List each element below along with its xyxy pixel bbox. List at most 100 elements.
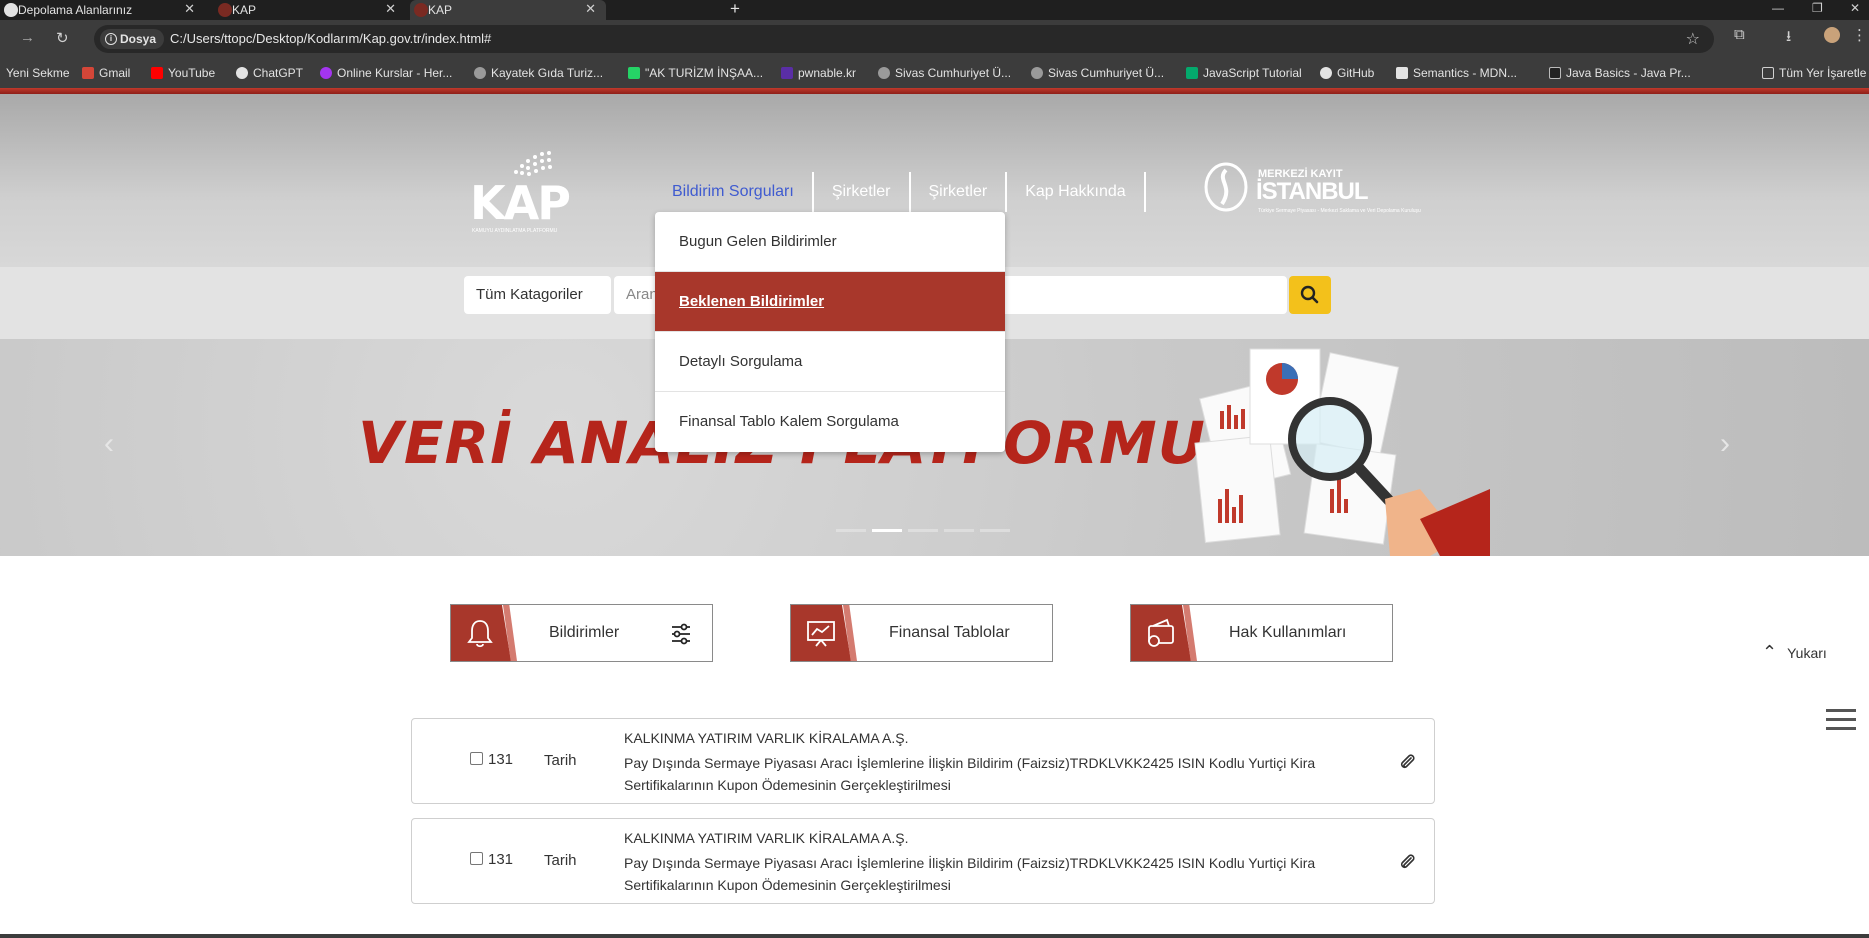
bookmark-item[interactable]: Sivas Cumhuriyet Ü...: [1031, 66, 1164, 80]
menu-kebab-icon[interactable]: ⋮: [1852, 26, 1867, 44]
site-info-chip[interactable]: i Dosya: [100, 29, 165, 49]
carousel-indicator[interactable]: [836, 529, 866, 532]
restore-icon[interactable]: ❐: [1812, 1, 1823, 15]
notification-company[interactable]: KALKINMA YATIRIM VARLIK KİRALAMA A.Ş.: [624, 730, 909, 746]
quick-link-finansal-tablolar[interactable]: Finansal Tablolar: [790, 604, 1053, 662]
omnibox[interactable]: i Dosya C:/Users/ttopc/Desktop/Kodlarım/…: [94, 25, 1714, 53]
bookmark-item[interactable]: Yeni Sekme: [6, 66, 70, 80]
quick-link-label: Hak Kullanımları: [1229, 624, 1347, 641]
browser-tab-active[interactable]: KAP ✕: [410, 0, 606, 20]
quick-link-bildirimler[interactable]: Bildirimler: [450, 604, 713, 662]
notification-description[interactable]: Pay Dışında Sermaye Piyasası Aracı İşlem…: [624, 852, 1364, 896]
bookmark-item[interactable]: Online Kurslar - Her...: [320, 66, 452, 80]
new-tab-button[interactable]: +: [730, 0, 740, 18]
carousel-indicator[interactable]: [944, 529, 974, 532]
notification-row[interactable]: 131 Tarih KALKINMA YATIRIM VARLIK KİRALA…: [411, 718, 1435, 804]
folder-icon: [1762, 67, 1774, 79]
notification-number: 131: [488, 751, 514, 768]
site-icon: [628, 67, 640, 79]
bookmark-item[interactable]: Semantics - MDN...: [1396, 66, 1517, 80]
carousel-indicator[interactable]: [980, 529, 1010, 532]
search-button[interactable]: [1289, 276, 1331, 314]
close-icon[interactable]: ✕: [184, 1, 195, 17]
notification-number: 131: [488, 851, 514, 868]
tab-label: Depolama Alanlarınız: [18, 3, 133, 17]
bookmark-item[interactable]: GitHub: [1320, 66, 1374, 80]
quick-link-hak-kullanimlari[interactable]: Hak Kullanımları: [1130, 604, 1393, 662]
row-checkbox[interactable]: [470, 852, 483, 865]
bookmark-item[interactable]: Gmail: [82, 66, 130, 80]
bookmark-star-icon[interactable]: ☆: [1686, 29, 1700, 49]
page: KAP KAMUYU AYDINLATMA PLATFORMU Bildirim…: [0, 88, 1869, 938]
page-bottom-bar: [0, 934, 1869, 938]
mkk-line2: İSTANBUL: [1256, 178, 1369, 205]
filter-sliders-icon: [672, 623, 690, 645]
bookmark-item[interactable]: Java Basics - Java Pr...: [1549, 66, 1691, 80]
wallet-icon: [1148, 618, 1174, 647]
extensions-icon[interactable]: ⧉: [1734, 26, 1745, 43]
all-bookmarks-folder[interactable]: Tüm Yer İşaretle: [1762, 66, 1866, 80]
carousel-indicator[interactable]: [908, 529, 938, 532]
tab-label: KAP: [232, 3, 257, 17]
paperclip-icon[interactable]: [1398, 851, 1416, 871]
browser-tab-strip: Depolama Alanlarınız ✕ KAP ✕ KAP ✕ + — ❐…: [0, 0, 1869, 20]
w3schools-icon: [1186, 67, 1198, 79]
dropdown-item-beklenen[interactable]: Beklenen Bildirimler: [655, 272, 1005, 332]
carousel-next-icon[interactable]: ›: [1720, 427, 1730, 461]
url-text[interactable]: C:/Users/ttopc/Desktop/Kodlarım/Kap.gov.…: [170, 31, 491, 46]
row-checkbox[interactable]: [470, 752, 483, 765]
close-icon[interactable]: ✕: [585, 1, 596, 17]
youtube-icon: [151, 67, 163, 79]
bookmark-item[interactable]: Kayatek Gıda Turiz...: [474, 66, 603, 80]
quick-link-label: Finansal Tablolar: [889, 624, 1010, 641]
minimize-icon[interactable]: —: [1772, 1, 1784, 15]
carousel-indicator-active[interactable]: [872, 529, 902, 532]
bookmark-item[interactable]: "AK TURİZM İNŞAA...: [628, 66, 763, 80]
quick-link-label: Bildirimler: [549, 624, 620, 641]
chevron-up-icon: ⌃: [1762, 642, 1778, 662]
nav-sirketler[interactable]: Şirketler: [814, 172, 911, 212]
paperclip-icon[interactable]: [1398, 751, 1416, 771]
dropdown-item-detayli[interactable]: Detaylı Sorgulama: [655, 332, 1005, 392]
github-icon: [4, 3, 18, 17]
reload-icon[interactable]: ↻: [56, 29, 69, 47]
nav-bildirim-sorgulari[interactable]: Bildirim Sorguları: [660, 172, 814, 212]
hamburger-menu-icon[interactable]: [1826, 709, 1856, 736]
bookmark-item[interactable]: Sivas Cumhuriyet Ü...: [878, 66, 1011, 80]
profile-avatar[interactable]: [1824, 27, 1840, 43]
dropdown-item-bugun-gelen[interactable]: Bugun Gelen Bildirimler: [655, 212, 1005, 272]
notification-row[interactable]: 131 Tarih KALKINMA YATIRIM VARLIK KİRALA…: [411, 818, 1435, 904]
mdn-icon: [1396, 67, 1408, 79]
globe-icon: [474, 67, 486, 79]
close-icon[interactable]: ✕: [385, 1, 396, 17]
browser-tab[interactable]: KAP ✕: [214, 0, 406, 20]
globe-icon: [1031, 67, 1043, 79]
scroll-top-button[interactable]: ⌃ Yukarı: [1762, 642, 1827, 663]
notification-company[interactable]: KALKINMA YATIRIM VARLIK KİRALAMA A.Ş.: [624, 830, 909, 846]
dropdown-item-finansal-tablo[interactable]: Finansal Tablo Kalem Sorgulama: [655, 392, 1005, 452]
globe-icon: [878, 67, 890, 79]
category-select[interactable]: Tüm Katagoriler: [464, 276, 611, 314]
carousel-indicators: [836, 529, 1010, 532]
bookmark-item[interactable]: JavaScript Tutorial: [1186, 66, 1302, 80]
nav-kap-hakkinda[interactable]: Kap Hakkında: [1007, 172, 1146, 212]
main-nav: Bildirim Sorguları Şirketler Şirketler K…: [660, 172, 1146, 212]
download-icon[interactable]: ⭳: [1786, 26, 1791, 51]
kap-favicon-icon: [414, 3, 428, 17]
bookmark-item[interactable]: YouTube: [151, 66, 215, 80]
kap-logo-text: KAP: [470, 176, 571, 230]
bookmark-item[interactable]: ChatGPT: [236, 66, 303, 80]
merkezi-kayit-logo[interactable]: MERKEZİ KAYIT İSTANBUL Türkiye Sermaye P…: [1204, 160, 1421, 226]
scroll-top-label: Yukarı: [1787, 644, 1827, 661]
bookmark-item[interactable]: pwnable.kr: [781, 66, 856, 80]
browser-tab[interactable]: Depolama Alanlarınız ✕: [0, 0, 205, 20]
hash-icon: [781, 67, 793, 79]
udemy-icon: [320, 67, 332, 79]
window-close-icon[interactable]: ✕: [1850, 1, 1860, 15]
notification-description[interactable]: Pay Dışında Sermaye Piyasası Aracı İşlem…: [624, 752, 1364, 796]
nav-sirketler-2[interactable]: Şirketler: [911, 172, 1008, 212]
carousel-prev-icon[interactable]: ‹: [104, 427, 114, 461]
forward-icon[interactable]: →: [20, 29, 35, 46]
mkk-emblem-icon: [1204, 162, 1248, 212]
address-bar-row: → ↻ i Dosya C:/Users/ttopc/Desktop/Kodla…: [0, 20, 1869, 58]
